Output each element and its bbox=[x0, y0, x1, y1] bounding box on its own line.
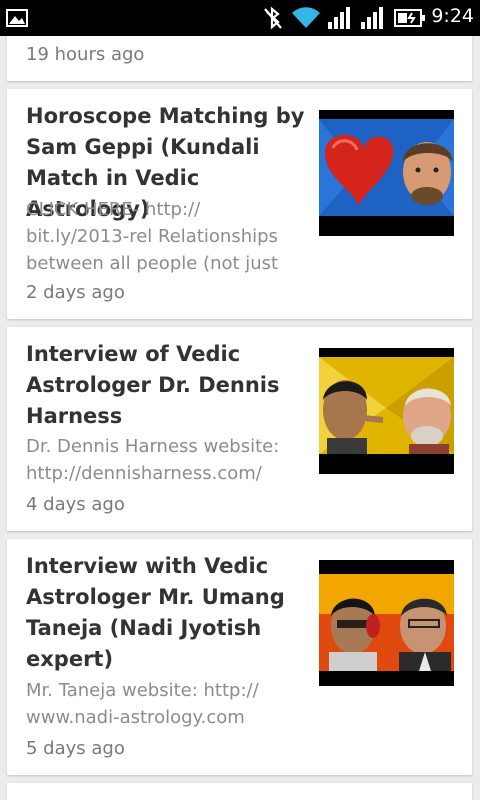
item-age: 2 days ago bbox=[26, 282, 125, 303]
image-icon bbox=[6, 9, 28, 27]
signal-icon bbox=[328, 7, 350, 29]
battery-icon bbox=[394, 9, 425, 27]
item-age: 4 days ago bbox=[26, 494, 125, 515]
feed-item[interactable]: Interview of Vedic Astrologer Dr. Dennis… bbox=[7, 327, 472, 531]
feed-item[interactable]: Horoscope Matching by Sam Geppi (Kundali… bbox=[7, 89, 472, 319]
feed-item[interactable]: Interview with Vedic Astrologer Mr. Uman… bbox=[7, 539, 472, 775]
item-description: CLICK HERE- http:// bit.ly/2013-rel Rela… bbox=[26, 199, 279, 274]
video-thumbnail[interactable] bbox=[319, 110, 454, 236]
item-description: Dr. Dennis Harness website: http://denni… bbox=[26, 436, 280, 484]
feed-item[interactable]: 19 hours ago bbox=[7, 36, 472, 81]
clock: 9:24 bbox=[431, 5, 474, 27]
item-description: Mr. Taneja website: http:// www.nadi-ast… bbox=[26, 680, 259, 728]
signal-icon bbox=[361, 7, 383, 29]
wifi-icon bbox=[292, 7, 320, 29]
status-bar: 9:24 bbox=[0, 0, 480, 36]
item-age: 19 hours ago bbox=[26, 44, 145, 65]
item-age: 5 days ago bbox=[26, 738, 125, 759]
bluetooth-off-icon bbox=[264, 6, 282, 30]
item-title: Interview with Vedic Astrologer Mr. Uman… bbox=[26, 554, 285, 671]
video-thumbnail[interactable] bbox=[319, 560, 454, 686]
item-title: Interview of Vedic Astrologer Dr. Dennis… bbox=[26, 342, 280, 428]
video-feed[interactable]: 19 hours ago Horoscope Matching by Sam G… bbox=[0, 36, 480, 800]
video-thumbnail[interactable] bbox=[319, 348, 454, 474]
feed-item[interactable] bbox=[7, 783, 472, 800]
